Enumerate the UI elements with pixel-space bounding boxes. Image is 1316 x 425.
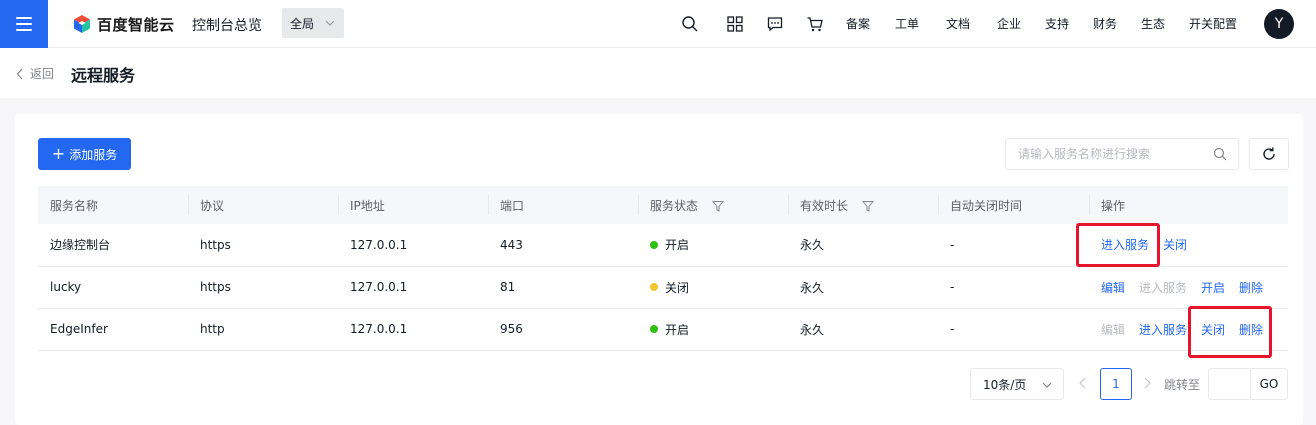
service-table: 服务名称 协议 IP地址 端口 服务状态 有效时长 自动关闭时间 操作 边缘控制… — [38, 186, 1288, 351]
chevron-left-icon — [16, 68, 23, 79]
service-status: 开启 — [638, 308, 788, 351]
back-button[interactable]: 返回 — [16, 65, 54, 82]
prev-page-icon[interactable] — [1077, 376, 1089, 390]
service-protocol: https — [188, 266, 338, 309]
column-header-actions: 操作 — [1089, 186, 1288, 224]
column-header-auto-close: 自动关闭时间 — [938, 186, 1089, 224]
search-icon[interactable] — [1213, 147, 1227, 161]
jump-page-input[interactable] — [1209, 369, 1249, 399]
service-port: 956 — [488, 308, 638, 351]
grid-apps-icon[interactable] — [726, 15, 744, 33]
service-duration: 永久 — [788, 266, 938, 309]
service-auto-close: - — [938, 308, 1089, 351]
service-ip: 127.0.0.1 — [338, 266, 488, 309]
table-row: EdgeInfer http 127.0.0.1 956 开启 永久 - 编辑进… — [38, 308, 1288, 351]
service-auto-close: - — [938, 266, 1089, 309]
nav-link-docs[interactable]: 文档 — [946, 15, 970, 32]
nav-link-switch-config[interactable]: 开关配置 — [1189, 15, 1237, 32]
page-number-current[interactable]: 1 — [1100, 368, 1132, 400]
nav-link-enterprise[interactable]: 企业 — [997, 15, 1021, 32]
service-ip: 127.0.0.1 — [338, 308, 488, 351]
status-dot — [650, 325, 658, 333]
edit-service-button[interactable]: 编辑 — [1101, 323, 1125, 337]
next-page-icon[interactable] — [1141, 376, 1153, 390]
open-service-button[interactable]: 开启 — [1201, 281, 1225, 295]
status-dot — [650, 283, 658, 291]
back-label: 返回 — [30, 67, 55, 81]
row-actions: 编辑 进入服务 关闭 删除 — [1089, 308, 1288, 351]
table-row: lucky https 127.0.0.1 81 关闭 永久 - 编辑 进入服务开… — [38, 266, 1288, 309]
menu-button[interactable] — [0, 0, 48, 48]
nav-link-support[interactable]: 支持 — [1045, 15, 1069, 32]
filter-icon[interactable] — [711, 200, 724, 212]
jump-to-label: 跳转至 — [1164, 378, 1201, 392]
brand-logo[interactable]: 百度智能云 — [72, 12, 175, 36]
table-row: 边缘控制台 https 127.0.0.1 443 开启 永久 - 进入服务 关闭 — [38, 224, 1288, 267]
enter-service-button[interactable]: 进入服务 — [1101, 238, 1149, 252]
column-header-status: 服务状态 — [638, 186, 788, 224]
delete-service-button[interactable]: 删除 — [1239, 323, 1263, 337]
region-value: 全局 — [290, 16, 315, 31]
nav-link-ecosystem[interactable]: 生态 — [1141, 15, 1165, 32]
service-name: EdgeInfer — [38, 308, 188, 351]
chevron-down-icon — [1042, 382, 1052, 388]
nav-link-beian[interactable]: 备案 — [846, 15, 870, 32]
column-header-name: 服务名称 — [38, 186, 188, 224]
nav-link-finance[interactable]: 财务 — [1093, 15, 1117, 32]
message-icon[interactable] — [766, 15, 784, 33]
service-search-box — [1005, 138, 1239, 170]
go-button[interactable]: GO — [1250, 368, 1288, 400]
top-navbar: 百度智能云 控制台总览 全局 备案 工单 文档 企业 支持 财务 生态 开关配置… — [0, 0, 1316, 48]
service-duration: 永久 — [788, 224, 938, 267]
add-service-button[interactable]: + 添加服务 — [38, 138, 131, 170]
cart-icon[interactable] — [806, 15, 824, 33]
column-header-duration: 有效时长 — [788, 186, 938, 224]
service-status: 开启 — [638, 224, 788, 267]
column-header-port: 端口 — [488, 186, 638, 224]
page-size-select[interactable]: 10条/页 — [970, 368, 1064, 400]
page-title: 远程服务 — [71, 66, 136, 85]
table-header-row: 服务名称 协议 IP地址 端口 服务状态 有效时长 自动关闭时间 操作 — [38, 186, 1288, 224]
service-status: 关闭 — [638, 266, 788, 309]
service-duration: 永久 — [788, 308, 938, 351]
brand-name: 百度智能云 — [97, 15, 175, 34]
refresh-button[interactable] — [1249, 138, 1289, 170]
close-service-button[interactable]: 关闭 — [1163, 238, 1187, 252]
plus-icon: + — [51, 144, 66, 163]
enter-service-button[interactable]: 进入服务 — [1139, 281, 1187, 295]
column-header-ip: IP地址 — [338, 186, 488, 224]
row-actions: 进入服务 关闭 — [1089, 224, 1288, 267]
service-name: 边缘控制台 — [38, 224, 188, 267]
search-icon[interactable] — [681, 15, 699, 33]
refresh-icon — [1263, 147, 1275, 160]
user-avatar[interactable]: Y — [1264, 9, 1294, 39]
status-dot — [650, 240, 658, 249]
console-overview-link[interactable]: 控制台总览 — [192, 15, 262, 35]
row-actions: 编辑 进入服务 开启 删除 — [1089, 266, 1288, 309]
filter-icon[interactable] — [861, 200, 874, 212]
edit-service-button[interactable]: 编辑 — [1101, 281, 1125, 295]
service-search-input[interactable] — [1006, 139, 1202, 169]
jump-page-box — [1208, 368, 1250, 400]
service-list-card: + 添加服务 服务名称 协议 IP地址 端口 服务状态 有效时长 — [15, 114, 1303, 425]
service-ip: 127.0.0.1 — [338, 224, 488, 267]
service-auto-close: - — [938, 224, 1089, 267]
delete-service-button[interactable]: 删除 — [1239, 281, 1263, 295]
region-select[interactable]: 全局 — [282, 8, 344, 38]
service-protocol: http — [188, 308, 338, 351]
page-size-value: 10条/页 — [983, 377, 1027, 392]
chevron-down-icon — [325, 20, 335, 26]
service-port: 443 — [488, 224, 638, 267]
service-name: lucky — [38, 266, 188, 309]
service-protocol: https — [188, 224, 338, 267]
service-port: 81 — [488, 266, 638, 309]
baidu-cloud-logo-icon — [74, 15, 90, 33]
add-service-label: 添加服务 — [69, 147, 118, 162]
page-header: 返回 远程服务 — [0, 48, 1316, 98]
enter-service-button[interactable]: 进入服务 — [1139, 323, 1187, 337]
hamburger-icon — [16, 17, 32, 31]
close-service-button[interactable]: 关闭 — [1201, 323, 1225, 337]
column-header-protocol: 协议 — [188, 186, 338, 224]
nav-link-ticket[interactable]: 工单 — [895, 15, 919, 32]
